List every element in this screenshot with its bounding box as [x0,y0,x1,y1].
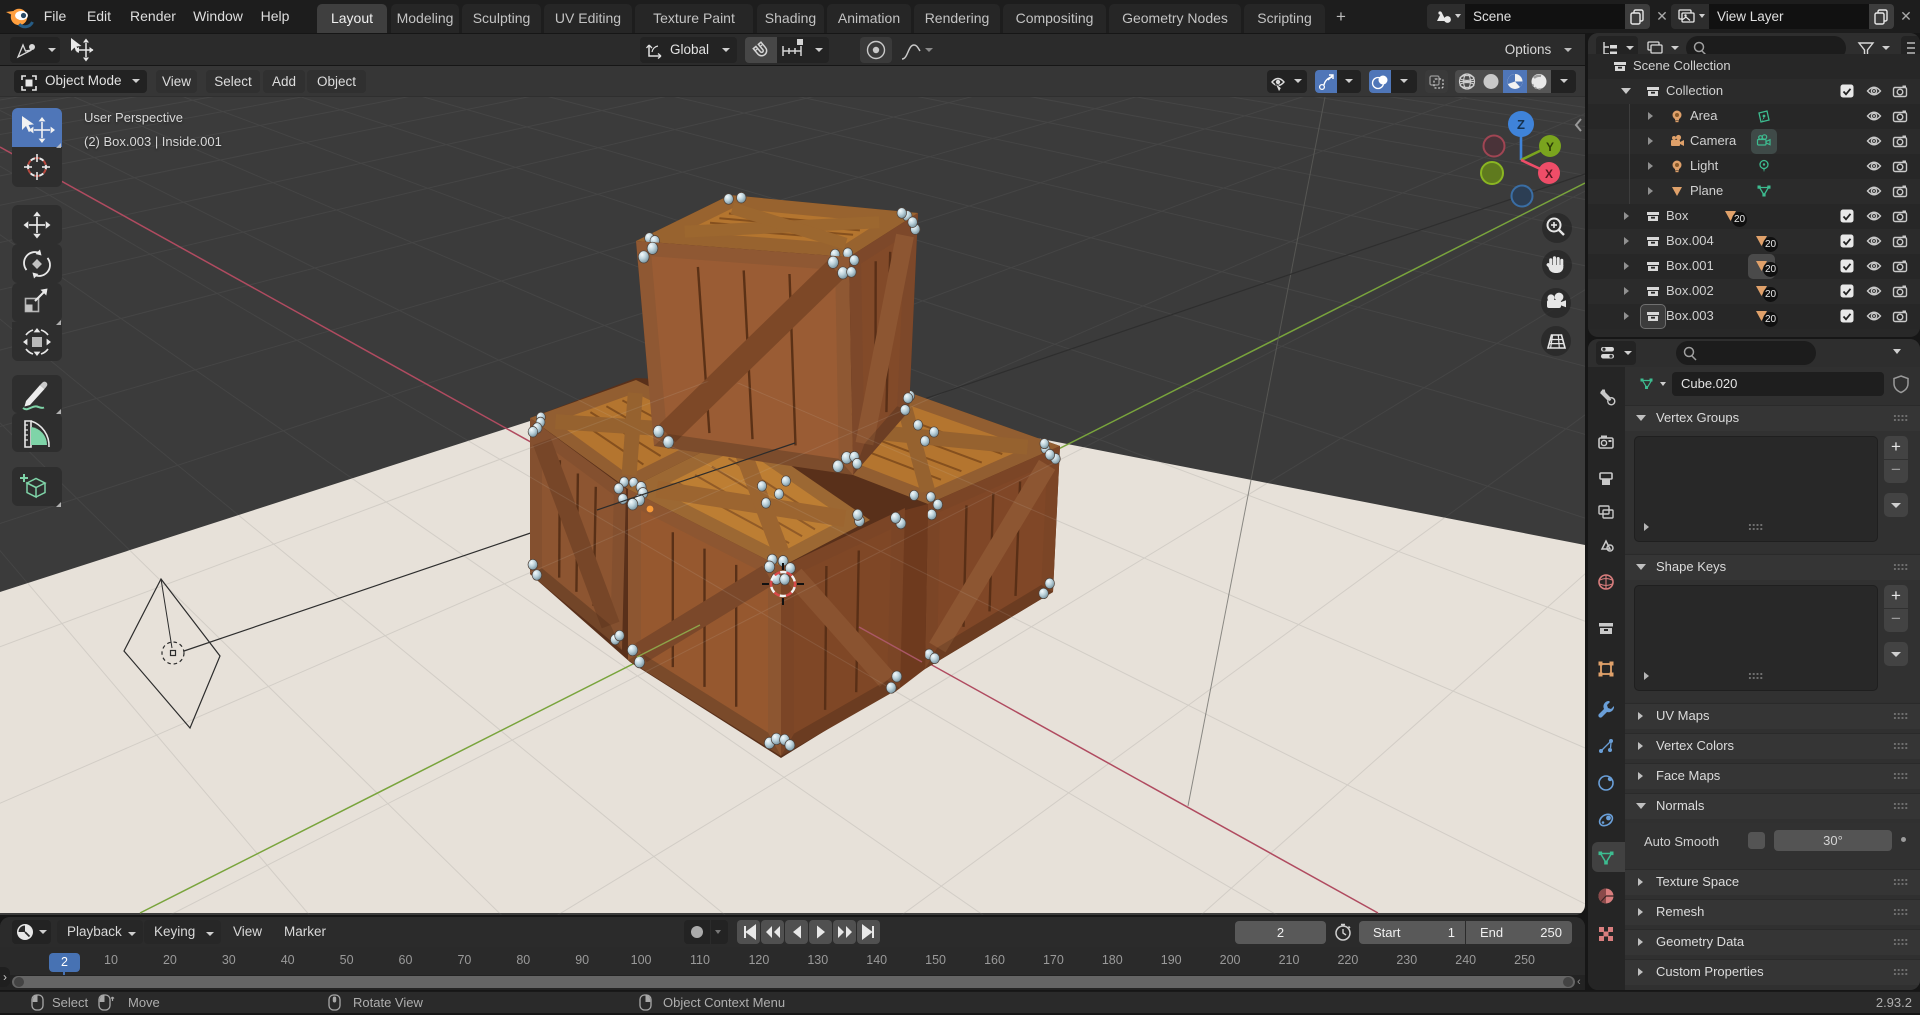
svg-text:X: X [1545,167,1553,181]
svg-text:Z: Z [1517,117,1525,132]
svg-text:Y: Y [1546,140,1554,154]
